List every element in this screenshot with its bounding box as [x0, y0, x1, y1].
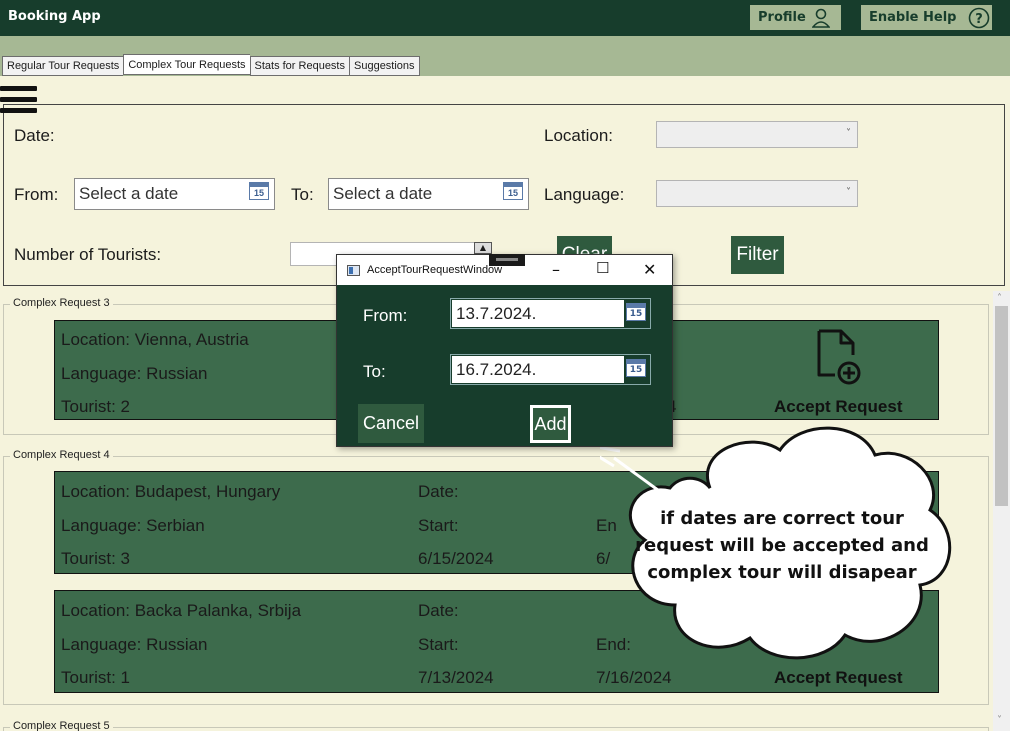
callout-text: if dates are correct tour request will b… — [635, 508, 929, 583]
to-label: To: — [291, 185, 314, 204]
from-label: From: — [14, 185, 59, 204]
dialog-from-value[interactable]: 13.7.2024. — [452, 300, 624, 327]
language-select[interactable]: ˅ — [656, 180, 858, 207]
to-date-placeholder: Select a date — [333, 184, 433, 203]
vertical-scrollbar[interactable]: ˄ ˅ — [993, 291, 1010, 731]
tab-bar: Regular Tour Requests Complex Tour Reque… — [2, 54, 420, 76]
app-title: Booking App — [8, 9, 101, 24]
document-add-icon[interactable] — [815, 329, 865, 385]
chevron-down-icon: ˅ — [846, 187, 851, 198]
scrollbar-thumb[interactable] — [995, 306, 1008, 506]
filter-button[interactable]: Filter — [731, 236, 784, 274]
from-date-picker[interactable]: Select a date 15 — [74, 178, 275, 210]
add-button[interactable]: Add — [530, 405, 571, 443]
scroll-down-icon[interactable]: ˅ — [997, 715, 1002, 726]
group-title: Complex Request 3 — [10, 297, 113, 309]
language-text: Language: Russian — [61, 635, 208, 654]
calendar-icon[interactable]: 15 — [249, 182, 269, 200]
enable-help-button[interactable]: Enable Help ? — [861, 5, 992, 30]
maximize-icon[interactable]: ☐ — [596, 259, 609, 277]
tourist-text: Tourist: 1 — [61, 668, 130, 687]
dialog-from-label: From: — [363, 306, 408, 325]
start-label: Start: — [418, 516, 459, 535]
location-text: Location: Backa Palanka, Srbija — [61, 601, 302, 620]
calendar-icon[interactable]: 15 — [626, 359, 646, 377]
dialog-to-date-picker[interactable]: 16.7.2024. 15 — [450, 354, 651, 385]
close-icon[interactable]: ✕ — [643, 260, 656, 279]
date-text: Date: — [418, 482, 459, 501]
calendar-icon[interactable]: 15 — [626, 303, 646, 321]
tab-suggestions[interactable]: Suggestions — [349, 56, 420, 76]
accept-request-button[interactable]: Accept Request — [774, 668, 902, 688]
tourist-text: Tourist: 2 — [61, 397, 130, 416]
chevron-down-icon: ˅ — [846, 128, 851, 139]
stepper-up-icon[interactable]: ▲ — [474, 242, 492, 254]
dialog-title: AcceptTourRequestWindow — [367, 264, 503, 276]
accept-tour-request-dialog: AcceptTourRequestWindow – ☐ ✕ From: 13.7… — [336, 254, 673, 447]
start-label: Start: — [418, 635, 459, 654]
minimize-icon[interactable]: – — [552, 260, 560, 279]
language-text: Language: Serbian — [61, 516, 205, 535]
group-title: Complex Request 4 — [10, 449, 113, 461]
enable-help-label: Enable Help — [869, 10, 957, 25]
scroll-up-icon[interactable]: ˄ — [997, 293, 1002, 304]
tab-stats-for-requests[interactable]: Stats for Requests — [249, 56, 349, 76]
dialog-to-label: To: — [363, 362, 386, 381]
profile-button[interactable]: Profile — [750, 5, 841, 30]
date-label: Date: — [14, 126, 55, 145]
location-text: Location: Budapest, Hungary — [61, 482, 281, 501]
location-text: Location: Vienna, Austria — [61, 330, 249, 349]
menu-icon[interactable] — [0, 84, 37, 122]
cancel-button[interactable]: Cancel — [358, 404, 424, 443]
start-date: 6/15/2024 — [418, 549, 494, 568]
complex-request-group: Complex Request 5 — [3, 720, 989, 731]
app-titlebar: Booking App Profile Enable Help ? — [0, 0, 1010, 36]
tourists-label: Number of Tourists: — [14, 245, 162, 264]
drag-handle-icon[interactable] — [489, 254, 525, 266]
tourist-text: Tourist: 3 — [61, 549, 130, 568]
location-label: Location: — [544, 126, 613, 145]
end-date: 7/16/2024 — [596, 668, 672, 687]
from-date-placeholder: Select a date — [79, 184, 179, 203]
user-icon — [811, 8, 830, 28]
location-select[interactable]: ˅ — [656, 121, 858, 148]
calendar-icon[interactable]: 15 — [503, 182, 523, 200]
tab-complex-tour-requests[interactable]: Complex Tour Requests — [123, 54, 250, 75]
to-date-picker[interactable]: Select a date 15 — [328, 178, 529, 210]
dialog-to-value[interactable]: 16.7.2024. — [452, 356, 624, 383]
language-label: Language: — [544, 185, 625, 204]
dialog-from-date-picker[interactable]: 13.7.2024. 15 — [450, 298, 651, 329]
group-title: Complex Request 5 — [10, 720, 113, 731]
svg-text:?: ? — [976, 12, 984, 27]
start-date: 7/13/2024 — [418, 668, 494, 687]
profile-label: Profile — [758, 10, 806, 25]
help-icon: ? — [969, 7, 990, 28]
date-text: Date: — [418, 601, 459, 620]
tab-regular-tour-requests[interactable]: Regular Tour Requests — [2, 56, 124, 76]
language-text: Language: Russian — [61, 364, 208, 383]
window-icon — [347, 265, 360, 276]
